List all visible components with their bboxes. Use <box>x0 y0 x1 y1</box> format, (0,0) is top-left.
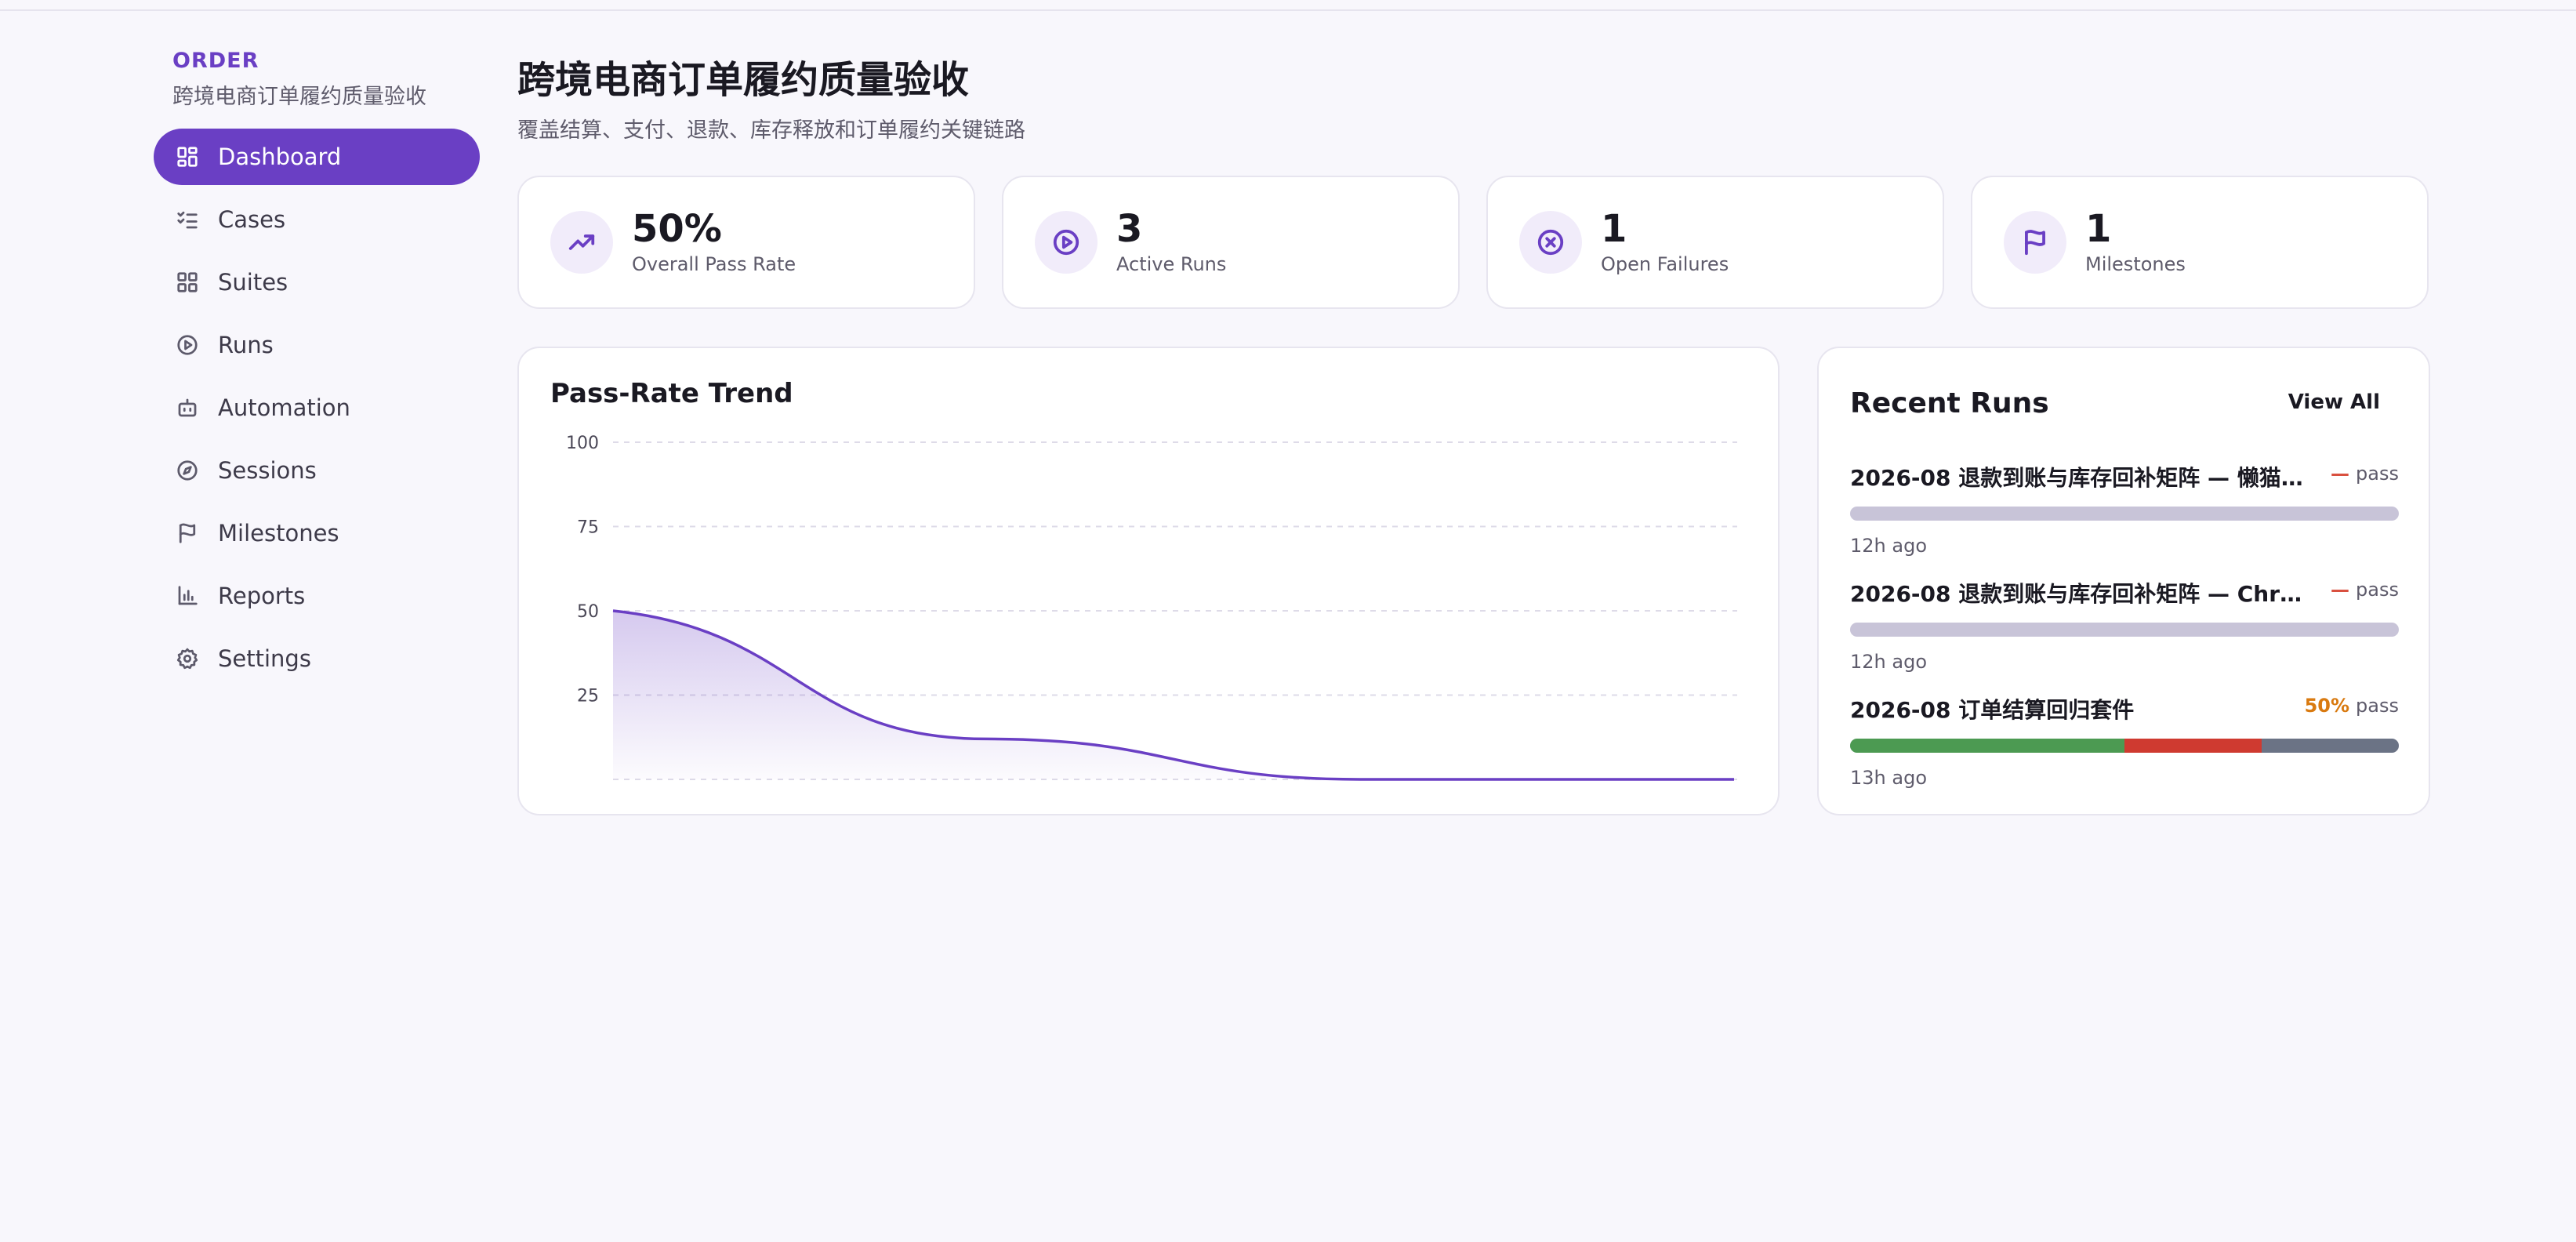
gear-icon <box>174 645 201 672</box>
y-tick-label: 100 <box>566 434 599 453</box>
sidebar-item-reports[interactable]: Reports <box>154 568 480 624</box>
bar-segment-passed <box>1850 739 2124 753</box>
trending-up-icon <box>550 211 613 274</box>
page-title: 跨境电商订单履约质量验收 <box>517 58 970 102</box>
run-pass-rate: — pass <box>2331 579 2399 601</box>
sidebar-item-label: Runs <box>218 332 274 358</box>
stat-card-active-runs[interactable]: 3 Active Runs <box>1002 176 1460 309</box>
stat-card-open-failures[interactable]: 1 Open Failures <box>1486 176 1944 309</box>
run-pct-value: — <box>2331 463 2350 485</box>
sidebar-item-label: Dashboard <box>218 143 342 170</box>
grid-icon <box>174 269 201 296</box>
y-tick-label: 75 <box>577 518 599 538</box>
run-pct-suffix: pass <box>2356 579 2399 601</box>
sidebar-item-sessions[interactable]: Sessions <box>154 442 480 499</box>
stat-value: 1 <box>2085 206 2112 251</box>
stat-cards: 50% Overall Pass Rate 3 Active Runs 1 Open … <box>517 176 2429 309</box>
pass-rate-chart: 100 75 50 25 <box>566 434 1737 781</box>
recent-run-item[interactable]: 2026-08 退款到账与库存回补矩阵 — 懒猫内... — pass 12h a… <box>1850 461 2399 557</box>
dashboard-icon <box>174 143 201 170</box>
sidebar-nav: Dashboard Cases Suites Runs Automation S… <box>154 129 480 687</box>
run-progress-bar <box>1850 507 2399 521</box>
stat-card-pass-rate[interactable]: 50% Overall Pass Rate <box>517 176 975 309</box>
bar-chart-icon <box>174 583 201 609</box>
stat-label: Active Runs <box>1116 253 1227 276</box>
run-name: 2026-08 订单结算回归套件 <box>1850 697 2135 723</box>
sidebar-item-milestones[interactable]: Milestones <box>154 505 480 561</box>
y-tick-label: 50 <box>577 602 599 622</box>
run-progress-bar <box>1850 623 2399 637</box>
sidebar-item-label: Reports <box>218 583 306 609</box>
run-progress-bar <box>1850 739 2399 753</box>
page-subtitle: 覆盖结算、支付、退款、库存释放和订单履约关键链路 <box>517 118 1025 143</box>
sidebar-item-cases[interactable]: Cases <box>154 191 480 248</box>
recent-run-item[interactable]: 2026-08 退款到账与库存回补矩阵 — Chro... — pass 12h … <box>1850 577 2399 673</box>
sidebar-item-label: Cases <box>218 206 286 233</box>
robot-icon <box>174 394 201 421</box>
stat-label: Overall Pass Rate <box>632 253 796 276</box>
recent-runs-title: Recent Runs <box>1850 387 2049 419</box>
sidebar-item-label: Suites <box>218 269 288 296</box>
run-time: 12h ago <box>1850 651 1928 673</box>
stat-value: 50% <box>632 206 722 251</box>
stat-value: 1 <box>1601 206 1627 251</box>
flag-icon <box>174 520 201 547</box>
run-name: 2026-08 退款到账与库存回补矩阵 — 懒猫内... <box>1850 465 2314 491</box>
brand-name: ORDER <box>172 49 259 73</box>
run-pct-suffix: pass <box>2356 695 2399 717</box>
stat-value: 3 <box>1116 206 1143 251</box>
sidebar: ORDER 跨境电商订单履约质量验收 Dashboard Cases Suite… <box>154 49 480 693</box>
stat-card-milestones[interactable]: 1 Milestones <box>1971 176 2429 309</box>
main-content: 跨境电商订单履约质量验收 覆盖结算、支付、退款、库存释放和订单履约关键链路 50… <box>517 49 2430 815</box>
run-time: 12h ago <box>1850 535 1928 557</box>
run-pass-rate: — pass <box>2331 463 2399 485</box>
sidebar-item-label: Sessions <box>218 457 317 484</box>
sidebar-item-suites[interactable]: Suites <box>154 254 480 310</box>
sidebar-item-dashboard[interactable]: Dashboard <box>154 129 480 185</box>
y-tick-label: 25 <box>577 687 599 706</box>
run-pass-rate: 50% pass <box>2305 695 2399 717</box>
stat-label: Milestones <box>2085 253 2186 276</box>
view-all-link[interactable]: View All <box>2288 390 2380 414</box>
bar-segment-untested <box>2262 739 2399 753</box>
sidebar-item-automation[interactable]: Automation <box>154 380 480 436</box>
bar-segment-failed <box>2124 739 2262 753</box>
sidebar-item-label: Settings <box>218 645 311 672</box>
x-circle-icon <box>1519 211 1582 274</box>
pass-rate-trend-card: Pass-Rate Trend 100 75 50 25 <box>517 347 1780 815</box>
brand-subtitle: 跨境电商订单履约质量验收 <box>172 85 426 109</box>
top-divider <box>0 0 2576 11</box>
play-circle-icon <box>174 332 201 358</box>
run-pct-suffix: pass <box>2356 463 2399 485</box>
sidebar-item-settings[interactable]: Settings <box>154 630 480 687</box>
run-pct-value: — <box>2331 579 2350 601</box>
compass-icon <box>174 457 201 484</box>
flag-icon <box>2004 211 2066 274</box>
checklist-icon <box>174 206 201 233</box>
recent-runs-card: Recent Runs View All 2026-08 退款到账与库存回补矩阵… <box>1817 347 2430 815</box>
stat-label: Open Failures <box>1601 253 1729 276</box>
run-time: 13h ago <box>1850 767 1928 789</box>
sidebar-item-runs[interactable]: Runs <box>154 317 480 373</box>
run-pct-value: 50% <box>2304 695 2350 717</box>
run-name: 2026-08 退款到账与库存回补矩阵 — Chro... <box>1850 581 2314 607</box>
sidebar-item-label: Automation <box>218 394 350 421</box>
recent-run-item[interactable]: 2026-08 订单结算回归套件 50% pass 13h ago <box>1850 693 2399 789</box>
sidebar-item-label: Milestones <box>218 520 339 547</box>
play-circle-icon <box>1035 211 1098 274</box>
